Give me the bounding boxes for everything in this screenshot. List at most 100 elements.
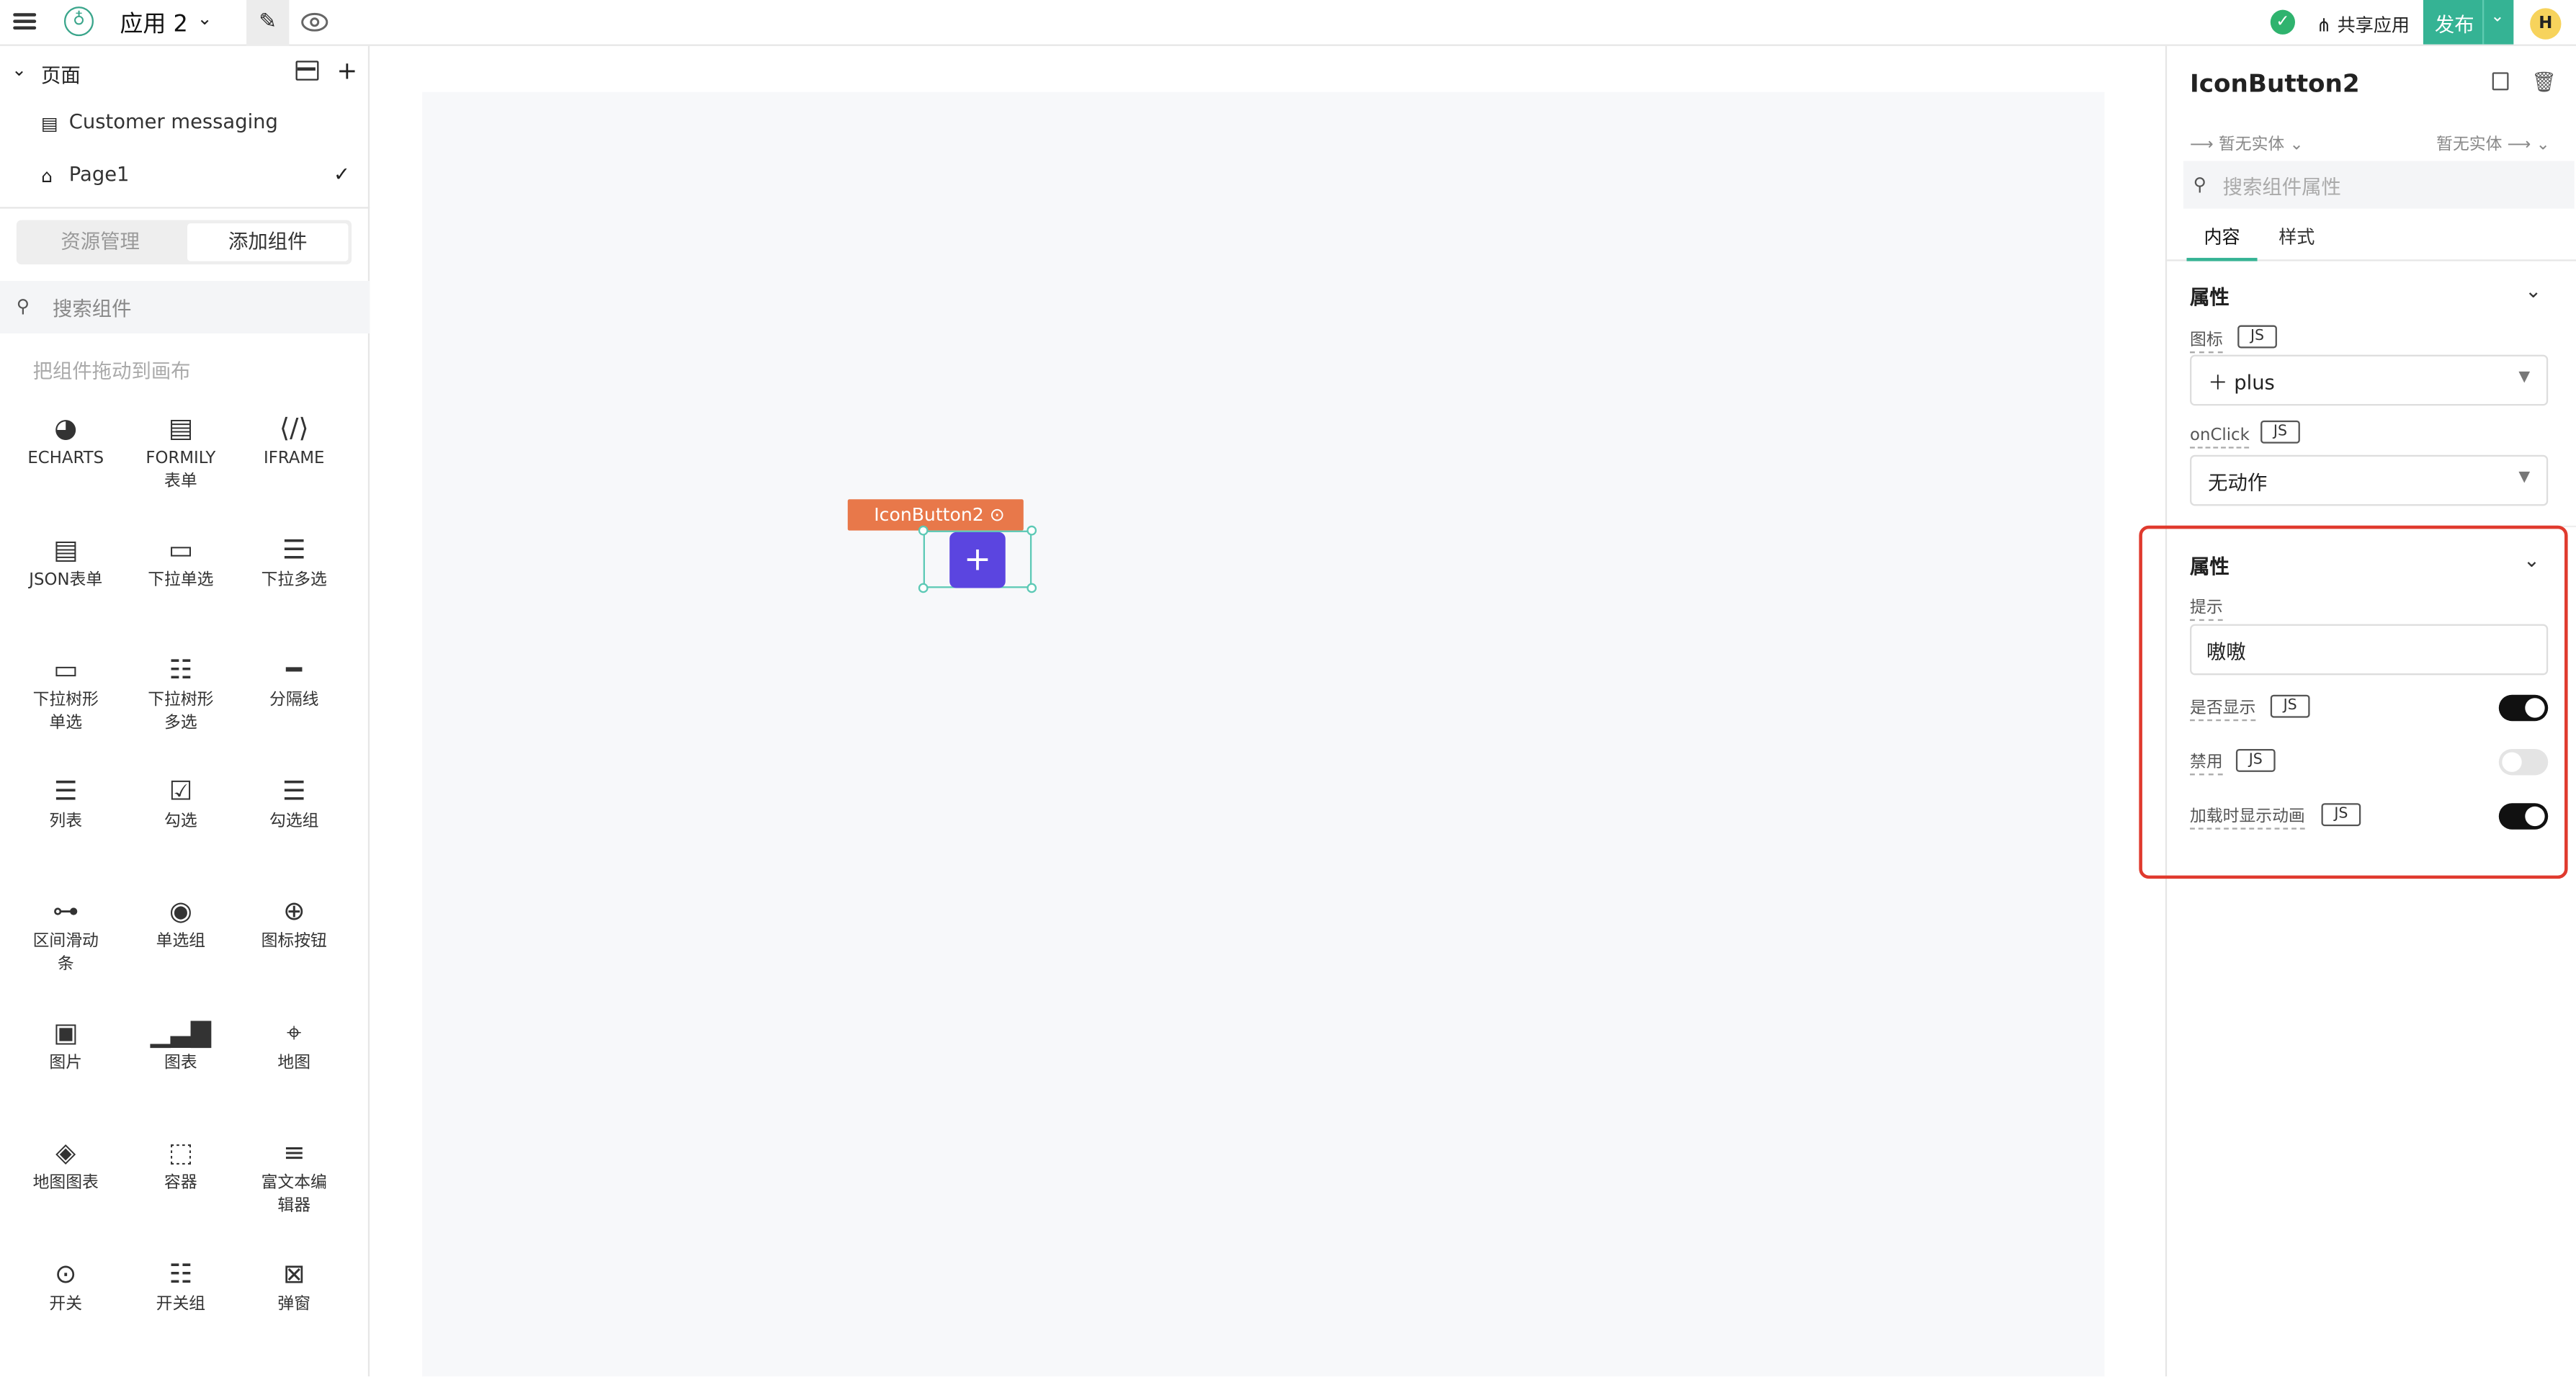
js-toggle[interactable]: JS (2270, 694, 2310, 718)
component-tile[interactable]: ▤ JSON表单 (8, 532, 123, 593)
app-logo-icon: ♁ (63, 6, 94, 37)
selected-component-label[interactable]: IconButton2 ⊙ (847, 499, 1024, 531)
component-tile[interactable]: ⊶ 区间滑动 条 (8, 894, 123, 977)
tab-style[interactable]: 样式 (2278, 217, 2315, 259)
js-toggle[interactable]: JS (2260, 420, 2300, 444)
tooltip-input[interactable]: 嗷嗷 (2190, 624, 2549, 676)
collapse-chevron-icon[interactable]: ⌄ (12, 59, 27, 81)
home-icon: ⌂ (41, 166, 53, 187)
resize-handle[interactable] (1027, 525, 1037, 536)
chevron-down-icon[interactable]: ⌄ (2525, 279, 2541, 302)
add-page-button[interactable]: + (337, 56, 358, 86)
component-tile[interactable]: ▣ 图片 (8, 1015, 123, 1075)
trash-icon[interactable]: 🗑 (2531, 71, 2557, 94)
visible-property-label: 是否显示 (2190, 698, 2256, 722)
page-doc-icon: ▤ (41, 113, 58, 135)
pages-title: 页面 (41, 63, 81, 87)
component-tile-label: 下拉树形 单选 (32, 691, 99, 733)
chevron-down-icon[interactable]: ⌄ (2490, 8, 2504, 26)
layout-icon[interactable] (295, 60, 319, 81)
avatar[interactable]: H (2530, 8, 2562, 40)
js-toggle[interactable]: JS (2235, 748, 2276, 772)
component-search-input[interactable]: 搜索组件 (53, 294, 132, 322)
component-tile[interactable]: ☑ 勾选 (123, 773, 238, 834)
disabled-toggle[interactable] (2498, 748, 2549, 776)
tree-select-icon: ▭ (53, 653, 79, 686)
property-search-input[interactable]: 搜索组件属性 (2223, 172, 2341, 200)
icon-property-label: 图标 (2190, 330, 2223, 354)
entity-left-selector[interactable]: ⟶ 暂无实体 ⌄ (2190, 130, 2304, 154)
component-tile-label: 地图图表 (32, 1174, 99, 1193)
component-tile[interactable]: ☷ 下拉树形 多选 (123, 652, 238, 735)
page-item-customer-messaging[interactable]: ▤ Customer messaging (0, 99, 370, 148)
share-app-button[interactable]: ⋔ 共享应用 (2317, 12, 2410, 37)
component-search[interactable]: ⚲ 搜索组件 (0, 280, 370, 333)
component-tile-label: IFRAME (264, 449, 325, 468)
onclick-select[interactable]: 无动作 ▼ (2190, 454, 2549, 506)
component-tile[interactable]: ◕ ECHARTS (8, 411, 123, 471)
component-tile[interactable]: ━ 分隔线 (236, 652, 352, 712)
component-tile[interactable]: ⊙ 开关 (8, 1257, 123, 1317)
share-label: 共享应用 (2337, 14, 2410, 37)
component-tile[interactable]: ⬚ 容器 (123, 1135, 238, 1196)
app-root: ♁ 应用 2 ⌄ ✎ ✓ ⋔ 共享应用 发布 ⌄ H ⌄ 页面 + ▤ Cust… (0, 0, 2576, 1377)
checkbox-group-icon: ☰ (282, 775, 306, 807)
tab-content[interactable]: 内容 (2186, 217, 2258, 261)
range-slider-icon: ⊶ (52, 894, 79, 927)
component-tile[interactable]: ▭ 下拉树形 单选 (8, 652, 123, 735)
copy-icon[interactable] (2492, 72, 2509, 91)
page-item-page1[interactable]: ⌂ Page1 ✓ (0, 151, 370, 200)
caret-down-icon: ▼ (2518, 369, 2531, 386)
image-icon: ▣ (53, 1016, 79, 1049)
js-toggle[interactable]: JS (2237, 325, 2277, 349)
component-tile[interactable]: ☰ 下拉多选 (236, 532, 352, 593)
component-tile[interactable]: ⊕ 图标按钮 (236, 894, 352, 954)
component-tile[interactable]: ⟨/⟩ IFRAME (236, 411, 352, 471)
component-tile[interactable]: ◉ 单选组 (123, 894, 238, 954)
js-toggle[interactable]: JS (2321, 803, 2361, 827)
page-item-label: Page1 (68, 162, 130, 186)
resize-handle[interactable] (1027, 583, 1037, 593)
chevron-down-icon[interactable]: ⌄ (2523, 549, 2540, 572)
property-search[interactable]: ⚲ 搜索组件属性 (2183, 161, 2575, 209)
entity-right-selector[interactable]: 暂无实体 ⟶ ⌄ (2436, 130, 2550, 154)
component-tile[interactable]: ☰ 列表 (8, 773, 123, 834)
component-tile[interactable]: ⊠ 弹窗 (236, 1257, 352, 1317)
edit-mode-button[interactable]: ✎ (246, 0, 290, 46)
chevron-down-icon[interactable]: ⌄ (197, 8, 213, 30)
divider (0, 207, 370, 209)
resize-handle[interactable] (918, 583, 929, 593)
component-tile[interactable]: ⌖ 地图 (236, 1015, 352, 1075)
icon-select[interactable]: ＋ plus ▼ (2190, 354, 2549, 406)
component-tile[interactable]: ≡ 富文本编 辑器 (236, 1135, 352, 1219)
loading-animation-property-label: 加载时显示动画 (2190, 807, 2305, 830)
component-tile[interactable]: ☷ 开关组 (123, 1257, 238, 1317)
container-icon: ⬚ (168, 1136, 194, 1168)
icon-button-plus[interactable]: + (949, 531, 1006, 588)
tab-resources[interactable]: 资源管理 (17, 220, 184, 265)
left-panel: ⌄ 页面 + ▤ Customer messaging ⌂ Page1 ✓ 资源… (0, 45, 370, 1377)
plus-icon: ＋ (2208, 371, 2235, 395)
preview-eye-icon[interactable] (300, 8, 328, 36)
canvas[interactable] (422, 91, 2105, 1377)
component-tile-label: ECHARTS (27, 449, 104, 468)
loading-animation-toggle[interactable] (2498, 803, 2549, 830)
component-title[interactable]: IconButton2 (2190, 69, 2360, 99)
divider-icon: ━ (286, 653, 303, 686)
tree-multi-select-icon: ☷ (169, 653, 193, 686)
component-tile[interactable]: ▤ FORMILY 表单 (123, 411, 238, 494)
radio-group-icon: ◉ (169, 894, 192, 927)
component-tile[interactable]: ▭ 下拉单选 (123, 532, 238, 593)
visible-toggle[interactable] (2498, 694, 2549, 722)
tab-add-component[interactable]: 添加组件 (187, 223, 349, 261)
resize-handle[interactable] (918, 525, 929, 536)
component-tile[interactable]: ▁▃▇ 图表 (123, 1015, 238, 1075)
publish-button[interactable]: 发布 ⌄ (2423, 0, 2514, 45)
component-tile[interactable]: ◈ 地图图表 (8, 1135, 123, 1196)
component-tile[interactable]: ☰ 勾选组 (236, 773, 352, 834)
target-icon[interactable]: ⊙ (990, 504, 1005, 526)
hamburger-menu-icon[interactable] (13, 10, 37, 33)
plus-icon: + (963, 539, 992, 578)
app-name[interactable]: 应用 2 (120, 6, 187, 40)
selected-component-name: IconButton2 (874, 504, 984, 526)
